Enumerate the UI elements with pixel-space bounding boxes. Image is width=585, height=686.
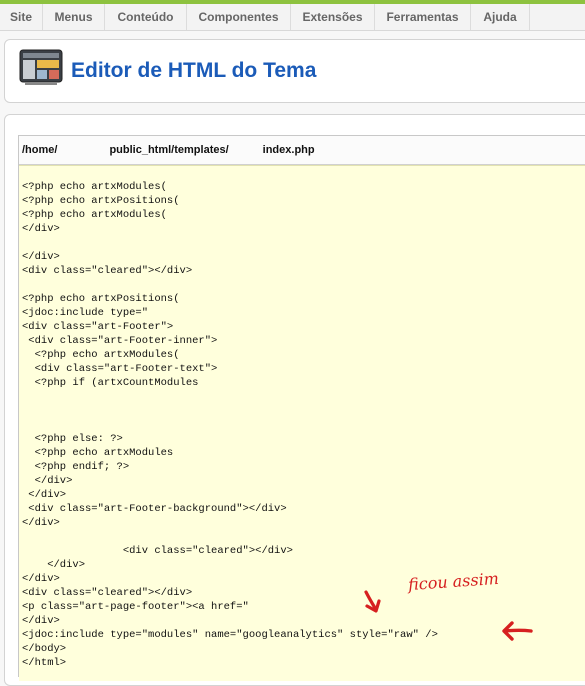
code-line: <?php if (artxCountModules: [22, 377, 199, 389]
code-line: <?php endif; ?>: [22, 461, 130, 473]
code-line: <?php else: ?>: [22, 433, 123, 445]
template-editor-icon: [19, 49, 63, 85]
page-title: Editor de HTML do Tema: [71, 59, 317, 82]
code-line: </div>: [22, 559, 86, 571]
code-line: </div>: [22, 615, 60, 627]
code-line: </body>: [22, 643, 67, 655]
menu-menus[interactable]: Menus: [42, 4, 104, 30]
page-header: Editor de HTML do Tema: [4, 39, 585, 103]
code-editor[interactable]: /home/public_html/templates/index.php <?…: [18, 135, 585, 681]
code-line: <?php echo artxModules(: [22, 349, 180, 361]
code-line: </html>: [22, 657, 67, 669]
code-line: </div>: [22, 573, 60, 585]
code-line: <p class="art-page-footer"><a href=": [22, 601, 249, 613]
code-line: <div class="cleared"></div>: [22, 265, 193, 277]
code-line: <?php echo artxModules(: [22, 209, 167, 221]
code-line: </div>: [22, 517, 60, 529]
code-line: </div>: [22, 251, 60, 263]
code-line: <div class="art-Footer">: [22, 321, 174, 333]
code-line: <jdoc:include type="modules" name="googl…: [22, 629, 438, 641]
file-path-part-file: index.php: [262, 144, 315, 156]
editor-panel: /home/public_html/templates/index.php <?…: [4, 114, 585, 686]
file-path-part-home: /home/: [22, 144, 58, 156]
code-line: <div class="cleared"></div>: [22, 587, 193, 599]
arrow-left-icon: [502, 621, 533, 641]
menu-ferramentas[interactable]: Ferramentas: [374, 4, 470, 30]
code-textarea[interactable]: <?php echo artxModules( <?php echo artxPo…: [19, 165, 585, 681]
menu-ajuda[interactable]: Ajuda: [470, 4, 530, 30]
file-path: /home/public_html/templates/index.php: [19, 136, 585, 165]
code-line: <?php echo artxModules(: [22, 181, 167, 193]
code-line: <div class="art-Footer-background"></div…: [22, 503, 287, 515]
menu-conteudo[interactable]: Conteúdo: [104, 4, 186, 30]
code-line: </div>: [22, 489, 67, 501]
code-line: </div>: [22, 223, 60, 235]
menu-site[interactable]: Site: [0, 4, 42, 30]
code-line: </div>: [22, 475, 73, 487]
code-line: <jdoc:include type=": [22, 307, 149, 319]
code-line: <div class="art-Footer-text">: [22, 363, 218, 375]
arrow-down-icon: [364, 590, 381, 613]
admin-menu-bar: Site Menus Conteúdo Componentes Extensõe…: [0, 4, 585, 31]
menu-extensoes[interactable]: Extensões: [290, 4, 374, 30]
code-line: <?php echo artxPositions(: [22, 195, 180, 207]
file-path-part-templates: public_html/templates/: [109, 144, 229, 156]
code-line: <div class="art-Footer-inner">: [22, 335, 218, 347]
code-line: <div class="cleared"></div>: [22, 545, 293, 557]
code-line: <?php echo artxPositions(: [22, 293, 180, 305]
code-line: <?php echo artxModules: [22, 447, 174, 459]
menu-componentes[interactable]: Componentes: [186, 4, 290, 30]
